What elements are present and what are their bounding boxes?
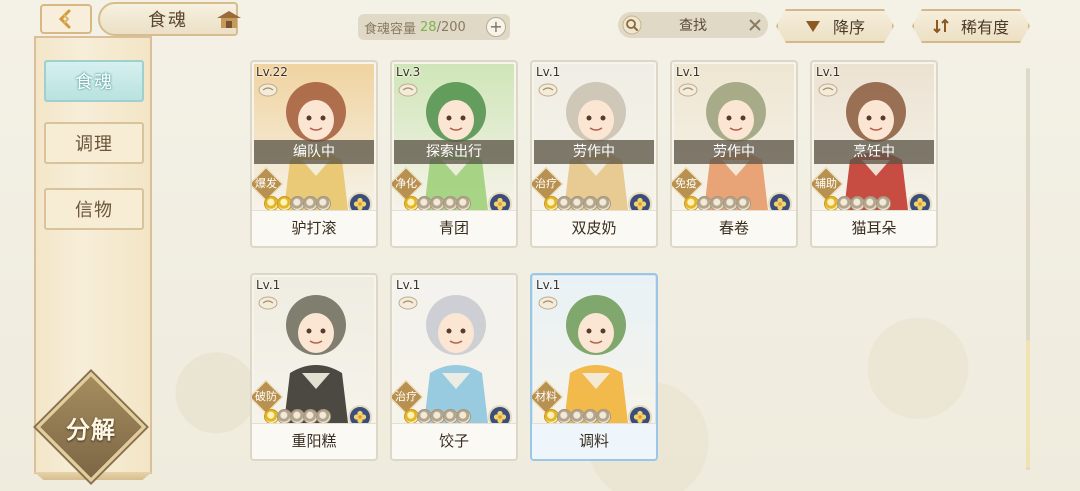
sort-order-button[interactable]: 降序	[776, 9, 894, 43]
star-rating	[544, 409, 611, 424]
back-button[interactable]	[40, 4, 92, 34]
star-rating	[264, 409, 331, 424]
level-label: Lv.22	[256, 65, 288, 79]
status-banner: 劳作中	[674, 140, 794, 164]
triangle-down-icon	[805, 19, 821, 33]
status-banner: 烹饪中	[814, 140, 934, 164]
star-rating	[544, 196, 611, 211]
food-soul-card[interactable]: Lv.1 劳作中 治疗 双皮奶	[530, 60, 658, 248]
capacity-display: 食魂容量 28 /200 +	[358, 14, 510, 40]
sort-arrows-icon	[933, 18, 949, 34]
food-soul-card[interactable]: Lv.1 治疗 饺子	[390, 273, 518, 461]
star-icon	[876, 196, 891, 211]
tab-tokens[interactable]: 信物	[44, 188, 144, 230]
role-label: 辅助	[815, 177, 837, 190]
character-name: 调料	[532, 423, 656, 459]
sort-field-button[interactable]: 稀有度	[912, 9, 1030, 43]
search-icon	[622, 15, 642, 35]
level-label: Lv.3	[396, 65, 421, 79]
chevron-left-icon	[58, 9, 71, 29]
capacity-label: 食魂容量	[364, 21, 417, 37]
character-name: 青团	[392, 210, 516, 246]
star-rating	[404, 409, 471, 424]
character-name: 猫耳朵	[812, 210, 936, 246]
role-label: 爆发	[255, 177, 277, 190]
food-soul-card[interactable]: Lv.1 破防 重阳糕	[250, 273, 378, 461]
cloud-emblem-icon	[398, 296, 418, 310]
role-label: 治疗	[535, 177, 557, 190]
cloud-emblem-icon	[398, 83, 418, 97]
star-icon	[456, 409, 471, 424]
tab-label: 食魂	[75, 72, 113, 93]
close-icon[interactable]	[748, 18, 762, 32]
star-rating	[684, 196, 751, 211]
role-label: 免疫	[675, 177, 697, 190]
star-icon	[596, 196, 611, 211]
decompose-label: 分解	[66, 415, 116, 444]
cloud-emblem-icon	[258, 296, 278, 310]
level-label: Lv.1	[536, 278, 561, 292]
star-icon	[736, 196, 751, 211]
capacity-max: /200	[436, 19, 466, 35]
star-rating	[264, 196, 331, 211]
capacity-current: 28	[420, 19, 437, 35]
expand-capacity-button[interactable]: +	[486, 17, 506, 37]
food-soul-card[interactable]: Lv.1 烹饪中 辅助 猫耳朵	[810, 60, 938, 248]
star-icon	[456, 196, 471, 211]
food-soul-card[interactable]: Lv.3 探索出行 净化 青团	[390, 60, 518, 248]
star-rating	[404, 196, 471, 211]
food-soul-card[interactable]: Lv.22 编队中 爆发 驴打滚	[250, 60, 378, 248]
tab-label: 调理	[75, 134, 113, 155]
cloud-emblem-icon	[538, 296, 558, 310]
tab-conditioning[interactable]: 调理	[44, 122, 144, 164]
cloud-emblem-icon	[678, 83, 698, 97]
cloud-emblem-icon	[818, 83, 838, 97]
level-label: Lv.1	[536, 65, 561, 79]
tab-food-souls[interactable]: 食魂	[44, 60, 144, 102]
cloud-emblem-icon	[258, 83, 278, 97]
sort-order-label: 降序	[832, 18, 865, 37]
character-name: 重阳糕	[252, 423, 376, 459]
cloud-emblem-icon	[538, 83, 558, 97]
status-banner: 探索出行	[394, 140, 514, 164]
status-banner: 编队中	[254, 140, 374, 164]
role-label: 净化	[395, 177, 417, 190]
tab-label: 信物	[75, 200, 113, 221]
status-banner: 劳作中	[534, 140, 654, 164]
star-icon	[316, 409, 331, 424]
character-name: 饺子	[392, 423, 516, 459]
role-label: 材料	[535, 390, 557, 403]
home-pavilion-icon[interactable]	[214, 8, 244, 32]
star-icon	[596, 409, 611, 424]
level-label: Lv.1	[396, 278, 421, 292]
food-soul-card[interactable]: Lv.1 材料 调料	[530, 273, 658, 461]
role-label: 破防	[255, 390, 277, 403]
level-label: Lv.1	[256, 278, 281, 292]
food-soul-card[interactable]: Lv.1 劳作中 免疫 春卷	[670, 60, 798, 248]
level-label: Lv.1	[676, 65, 701, 79]
sort-field-label: 稀有度	[960, 18, 1009, 37]
level-label: Lv.1	[816, 65, 841, 79]
character-name: 春卷	[672, 210, 796, 246]
role-label: 治疗	[395, 390, 417, 403]
character-name: 双皮奶	[532, 210, 656, 246]
scrollbar-thumb[interactable]	[1026, 340, 1030, 468]
search-button[interactable]: 查找	[618, 12, 768, 38]
character-name: 驴打滚	[252, 210, 376, 246]
search-label: 查找	[679, 18, 707, 34]
star-icon	[316, 196, 331, 211]
star-rating	[824, 196, 891, 211]
